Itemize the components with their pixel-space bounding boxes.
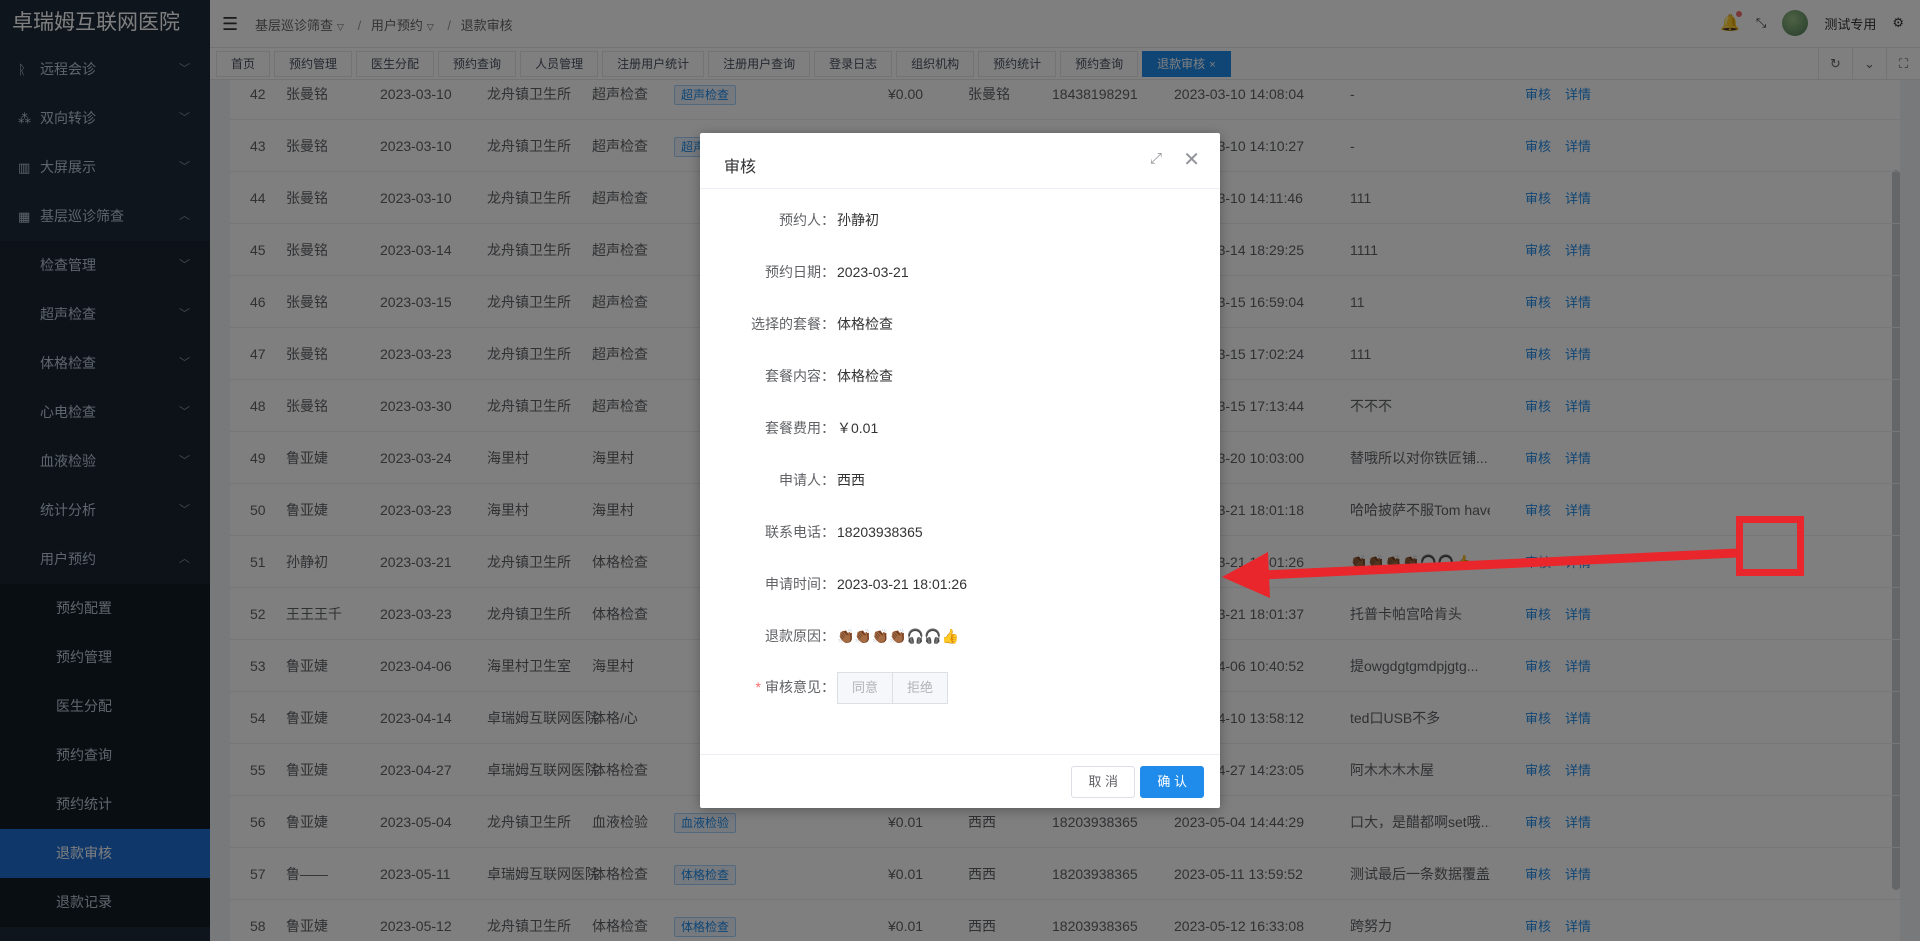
dialog-footer: 取 消 确 认 <box>700 754 1220 808</box>
annotation-highlight-box <box>1736 516 1804 576</box>
opinion-label: * 审核意见： <box>756 672 835 702</box>
cancel-button[interactable]: 取 消 <box>1071 766 1135 798</box>
opinion-row: * 审核意见： 同意 拒绝 <box>700 672 1220 704</box>
close-icon[interactable]: ✕ <box>1183 147 1200 172</box>
dialog-field-row: 联系电话： 18203938365 <box>700 517 1220 547</box>
dialog-title: 审核 <box>724 159 757 176</box>
dialog-header: 审核 ⤢ ✕ <box>700 133 1220 189</box>
field-value: ￥0.01 <box>837 420 879 436</box>
field-label: 退款原因： <box>765 628 835 644</box>
field-value: 体格检查 <box>837 316 893 332</box>
field-label: 申请时间： <box>765 576 835 592</box>
dialog-field-row: 预约日期： 2023-03-21 <box>700 257 1220 287</box>
field-label: 预约日期： <box>765 264 835 280</box>
field-value: 孙静初 <box>837 212 879 228</box>
opinion-radio-group: 同意 拒绝 <box>837 672 949 704</box>
field-value: 18203938365 <box>837 524 923 540</box>
dialog-field-row: 套餐内容： 体格检查 <box>700 361 1220 391</box>
dialog-field-row: 退款原因： 👏🏾👏🏾👏🏾👏🏾🎧🎧👍 <box>700 621 1220 651</box>
field-value: 西西 <box>837 472 865 488</box>
field-label: 选择的套餐： <box>751 316 835 332</box>
field-value: 体格检查 <box>837 368 893 384</box>
field-value: 👏🏾👏🏾👏🏾👏🏾🎧🎧👍 <box>837 628 960 644</box>
field-label: 套餐费用： <box>765 420 835 436</box>
field-label: 申请人： <box>779 472 835 488</box>
audit-dialog: 审核 ⤢ ✕ 预约人： 孙静初 预约日期： 2023-03-21 选择的套餐： 体格检查套… <box>700 133 1220 808</box>
field-label: 联系电话： <box>765 524 835 540</box>
maximize-icon[interactable]: ⤢ <box>1150 150 1162 167</box>
field-label: 预约人： <box>779 212 835 228</box>
reject-radio[interactable]: 拒绝 <box>893 672 949 704</box>
field-value: 2023-03-21 <box>837 264 909 280</box>
dialog-field-row: 申请时间： 2023-03-21 18:01:26 <box>700 569 1220 599</box>
required-mark: * <box>755 679 761 695</box>
dialog-field-row: 申请人： 西西 <box>700 465 1220 495</box>
opinion-label-text: 审核意见： <box>765 679 835 695</box>
field-label: 套餐内容： <box>765 368 835 384</box>
dialog-field-row: 选择的套餐： 体格检查 <box>700 309 1220 339</box>
dialog-field-row: 预约人： 孙静初 <box>700 205 1220 235</box>
dialog-field-row: 套餐费用： ￥0.01 <box>700 413 1220 443</box>
confirm-button[interactable]: 确 认 <box>1140 766 1204 798</box>
field-value: 2023-03-21 18:01:26 <box>837 576 967 592</box>
approve-radio[interactable]: 同意 <box>837 672 894 704</box>
